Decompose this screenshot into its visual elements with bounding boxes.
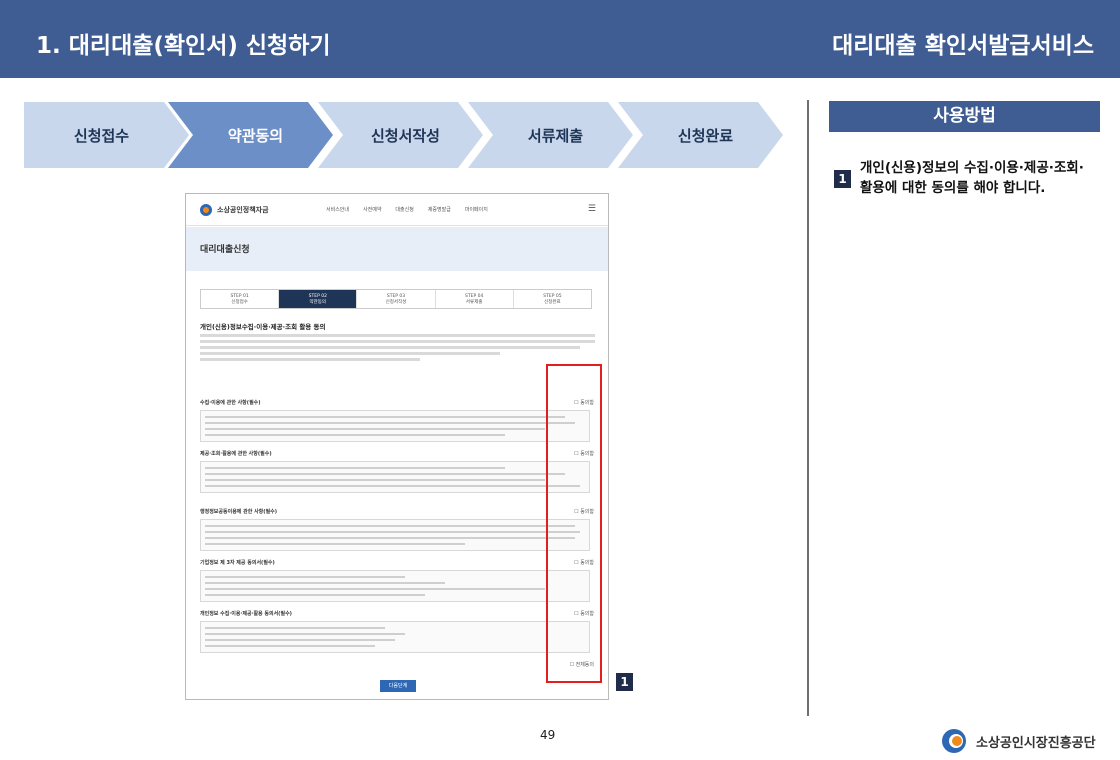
- site-step: STEP 01 신청접수: [201, 290, 280, 308]
- next-step-button[interactable]: 다음단계: [380, 680, 416, 692]
- text-line: [200, 340, 595, 343]
- section-title: 개인정보 수집·이용·제공·활용 동의서(필수): [200, 611, 292, 617]
- step-2: 약관동의: [168, 102, 333, 168]
- step-3: 신청서작성: [318, 102, 483, 168]
- site-header: 소상공인정책자금 서비스안내 사전예약 대출신청 제증명발급 마이페이지 ☰: [186, 194, 608, 226]
- text-line: [200, 352, 500, 355]
- header-bar: 1. 대리대출(확인서) 신청하기 대리대출 확인서발급서비스: [0, 0, 1120, 78]
- site-menu-item[interactable]: 서비스안내: [326, 206, 349, 213]
- site-step: STEP 03 신청서작성: [357, 290, 436, 308]
- step-4: 서류제출: [468, 102, 633, 168]
- site-menu-item[interactable]: 마이페이지: [465, 206, 488, 213]
- terms-box[interactable]: [200, 461, 590, 493]
- site-menu: 서비스안내 사전예약 대출신청 제증명발급 마이페이지: [326, 206, 488, 213]
- terms-box[interactable]: [200, 570, 590, 602]
- callout-badge: 1: [616, 673, 633, 691]
- org-name: 소상공인시장진흥공단: [976, 736, 1096, 751]
- site-logo-text: 소상공인정책자금: [217, 206, 269, 214]
- section-title: 수집·이용에 관한 사항(필수): [200, 400, 261, 406]
- terms-box[interactable]: [200, 621, 590, 653]
- text-line: [200, 334, 595, 337]
- page-number: 49: [540, 728, 556, 742]
- highlight-box: [546, 364, 602, 683]
- text-line: [200, 358, 420, 361]
- site-step: STEP 05 신청완료: [543, 294, 562, 305]
- site-logo-icon: [200, 204, 212, 216]
- step-1: 신청접수: [24, 102, 189, 168]
- section-title: 행정정보공동이용에 관한 사항(필수): [200, 509, 278, 515]
- site-step-active: STEP 02 약관동의: [279, 290, 358, 308]
- consent-heading: 개인(신용)정보수집·이용·제공·조회 활용 동의: [200, 323, 326, 331]
- site-menu-item[interactable]: 사전예약: [363, 206, 381, 213]
- site-page-title: 대리대출신청: [200, 245, 250, 255]
- hamburger-icon[interactable]: ☰: [588, 204, 596, 214]
- org-logo-icon: [942, 729, 966, 753]
- site-step: STEP 04 서류제출: [436, 290, 514, 308]
- terms-box[interactable]: [200, 519, 590, 551]
- process-steps: 신청접수 약관동의 신청서작성 서류제출 신청완료: [24, 102, 784, 168]
- site-menu-item[interactable]: 대출신청: [395, 206, 413, 213]
- section-title: 제공·조회·활용에 관한 사항(필수): [200, 451, 272, 457]
- usage-text: 개인(신용)정보의 수집·이용·제공·조회·활용에 대한 동의를 해야 합니다.: [860, 160, 1084, 196]
- usage-title: 사용방법: [829, 101, 1100, 132]
- text-line: [200, 346, 580, 349]
- service-title: 대리대출 확인서발급서비스: [832, 33, 1094, 59]
- terms-box[interactable]: [200, 410, 590, 442]
- page-title: 1. 대리대출(확인서) 신청하기: [36, 33, 331, 59]
- divider: [807, 100, 809, 716]
- site-menu-item[interactable]: 제증명발급: [428, 206, 451, 213]
- usage-badge: 1: [834, 170, 851, 188]
- section-title: 기업정보 제 3자 제공 동의서(필수): [200, 560, 275, 566]
- step-5: 신청완료: [618, 102, 783, 168]
- site-steps: STEP 01 신청접수 STEP 02 약관동의 STEP 03 신청서작성 STE…: [200, 289, 592, 309]
